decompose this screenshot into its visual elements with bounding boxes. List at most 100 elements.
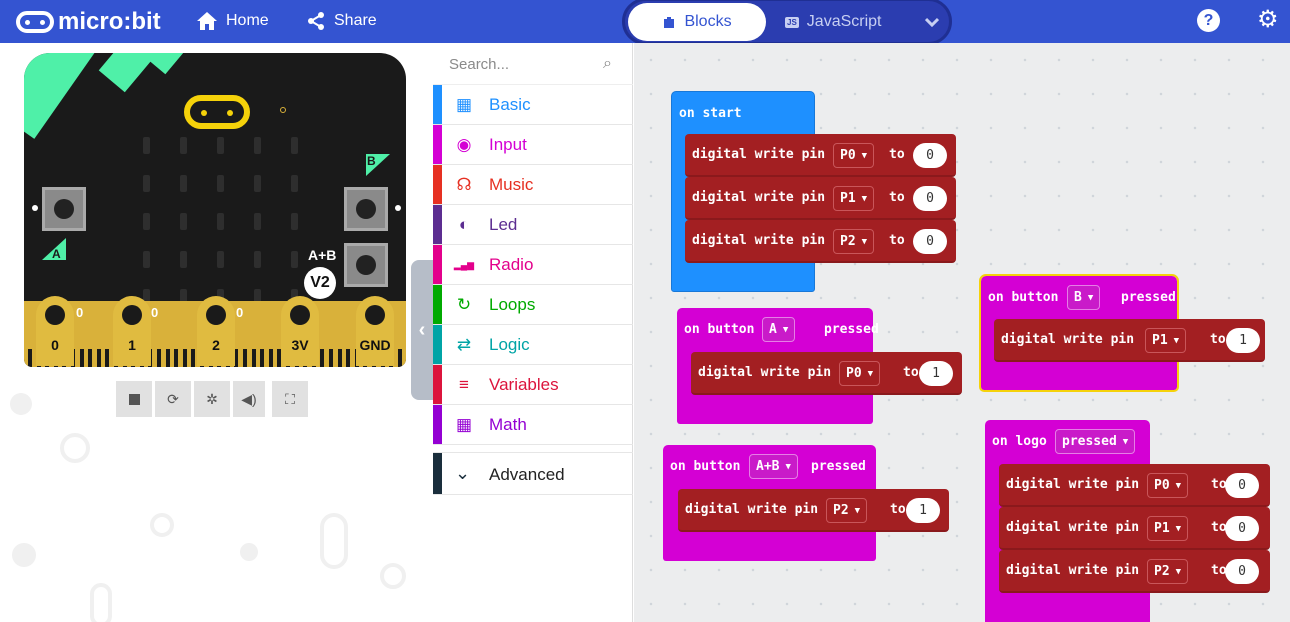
blocks-tab[interactable]: Blocks [628, 3, 766, 41]
on-button-label: on button [670, 459, 741, 474]
to-label: to [1210, 332, 1226, 347]
pin-dropdown[interactable]: P2 ▼ [1147, 559, 1189, 584]
search-icon[interactable]: ⌕ [603, 55, 612, 73]
category-input[interactable]: ◉ Input [433, 125, 633, 165]
value-input[interactable]: 0 [1225, 559, 1259, 584]
pin-dropdown[interactable]: P1 ▼ [833, 186, 875, 211]
mute-button[interactable]: ◀) [233, 381, 265, 417]
led-cell [217, 251, 224, 268]
category-color-bar [433, 285, 442, 324]
digital-write-block[interactable]: digital write pin P1 ▼ to 1 [994, 319, 1265, 362]
button-a-dropdown[interactable]: A ▼ [762, 317, 796, 342]
connector-stripe [182, 349, 187, 367]
home-label: Home [226, 12, 269, 29]
button-ab-dropdown[interactable]: A+B ▼ [749, 454, 798, 479]
button-ab[interactable] [344, 243, 388, 287]
javascript-tab[interactable]: JS JavaScript [785, 13, 882, 31]
connector-stripe [174, 349, 179, 367]
digital-write-block[interactable]: digital write pin P2 ▼ to 0 [685, 220, 956, 263]
home-button[interactable]: Home [196, 11, 269, 31]
debug-button[interactable]: ✲ [194, 381, 230, 417]
category-led[interactable]: ◐ Led [433, 205, 633, 245]
caret-down-icon: ▼ [785, 461, 791, 472]
share-icon [308, 12, 324, 30]
search-box[interactable]: Search... ⌕ [433, 43, 633, 85]
digital-write-block[interactable]: digital write pin P0 ▼ to 0 [999, 464, 1270, 507]
pin-dropdown[interactable]: P2 ▼ [826, 498, 868, 523]
pressed-label: pressed [1121, 290, 1176, 305]
collapse-simulator-button[interactable]: ‹ [411, 260, 433, 400]
category-music[interactable]: ☊ Music [433, 165, 633, 205]
category-basic[interactable]: ▦ Basic [433, 85, 633, 125]
microbit-logo-icon [16, 11, 54, 33]
category-loops[interactable]: ↻ Loops [433, 285, 633, 325]
category-math[interactable]: ▦ Math [433, 405, 633, 445]
connector-stripe [337, 349, 342, 367]
settings-button[interactable]: ⚙ [1257, 7, 1279, 33]
headphones-icon: ☊ [456, 175, 472, 194]
connector-stripe [329, 349, 333, 367]
pin-dropdown[interactable]: P2 ▼ [833, 229, 875, 254]
dropdown-value: P0 [1154, 478, 1170, 493]
value-input[interactable]: 0 [1225, 473, 1259, 498]
fullscreen-icon: ⛶ [285, 390, 295, 407]
advanced-category[interactable]: ⌄ Advanced [433, 452, 633, 495]
dropdown-value: pressed [1062, 434, 1117, 449]
led-cell [217, 175, 224, 192]
pin-2[interactable] [197, 296, 235, 366]
category-variables[interactable]: ≡ Variables [433, 365, 633, 405]
pin-dropdown[interactable]: P1 ▼ [1147, 516, 1189, 541]
pin-dropdown[interactable]: P0 ▼ [839, 361, 881, 386]
gear-icon: ⚙ [1257, 6, 1279, 33]
digital-write-block[interactable]: digital write pin P0 ▼ to 0 [685, 134, 956, 177]
search-input[interactable]: Search... [449, 56, 509, 73]
value-input[interactable]: 1 [906, 498, 940, 523]
value-input[interactable]: 0 [913, 143, 947, 168]
pin-0[interactable] [36, 296, 74, 366]
digital-write-block[interactable]: digital write pin P1 ▼ to 0 [685, 177, 956, 220]
category-radio[interactable]: ▂▄▆ Radio [433, 245, 633, 285]
to-label: to [890, 502, 906, 517]
stop-button[interactable] [116, 381, 152, 417]
button-b[interactable] [344, 187, 388, 231]
value-input[interactable]: 0 [913, 186, 947, 211]
share-button[interactable]: Share [306, 11, 377, 31]
category-color-bar [433, 325, 442, 364]
button-b-label: B [367, 154, 376, 168]
digital-write-block[interactable]: digital write pin P2 ▼ to 0 [999, 550, 1270, 593]
value-input[interactable]: 0 [913, 229, 947, 254]
value-input[interactable]: 1 [919, 361, 953, 386]
value-input[interactable]: 0 [1225, 516, 1259, 541]
microbit-logo[interactable]: micro:bit [16, 8, 161, 36]
fullscreen-button[interactable]: ⛶ [272, 381, 308, 417]
digital-write-block[interactable]: digital write pin P1 ▼ to 0 [999, 507, 1270, 550]
pin-3v[interactable] [281, 296, 319, 366]
category-label: Math [489, 415, 527, 434]
help-button[interactable]: ? [1197, 9, 1220, 32]
pin-label: 2 [212, 337, 220, 353]
pin-label: GND [359, 337, 391, 353]
pin-dropdown[interactable]: P0 ▼ [1147, 473, 1189, 498]
button-b-dropdown[interactable]: B ▼ [1067, 285, 1101, 310]
toggle-icon: ◐ [458, 215, 470, 234]
pressed-label: pressed [824, 322, 879, 337]
pin-dropdown[interactable]: P1 ▼ [1145, 328, 1187, 353]
logo-event-dropdown[interactable]: pressed ▼ [1055, 429, 1136, 454]
digital-write-block[interactable]: digital write pin P2 ▼ to 1 [678, 489, 949, 532]
touch-logo[interactable] [184, 95, 250, 129]
pin-gnd[interactable] [356, 296, 394, 366]
blocks-workspace[interactable]: on start digital write pin P0 ▼ to 0 digital … [634, 43, 1290, 622]
pin-1[interactable] [113, 296, 151, 366]
category-color-bar [433, 165, 442, 204]
digital-write-label: digital write pin [692, 190, 826, 205]
digital-write-block[interactable]: digital write pin P0 ▼ to 1 [691, 352, 962, 395]
led-cell [217, 213, 224, 230]
category-logic[interactable]: ⇄ Logic [433, 325, 633, 365]
restart-button[interactable]: ⟳ [155, 381, 191, 417]
language-dropdown-button[interactable] [915, 3, 949, 41]
decoration-ring [380, 563, 406, 589]
value-input[interactable]: 1 [1226, 328, 1260, 353]
pin-label: 3V [291, 337, 309, 353]
button-a[interactable] [42, 187, 86, 231]
pin-dropdown[interactable]: P0 ▼ [833, 143, 875, 168]
